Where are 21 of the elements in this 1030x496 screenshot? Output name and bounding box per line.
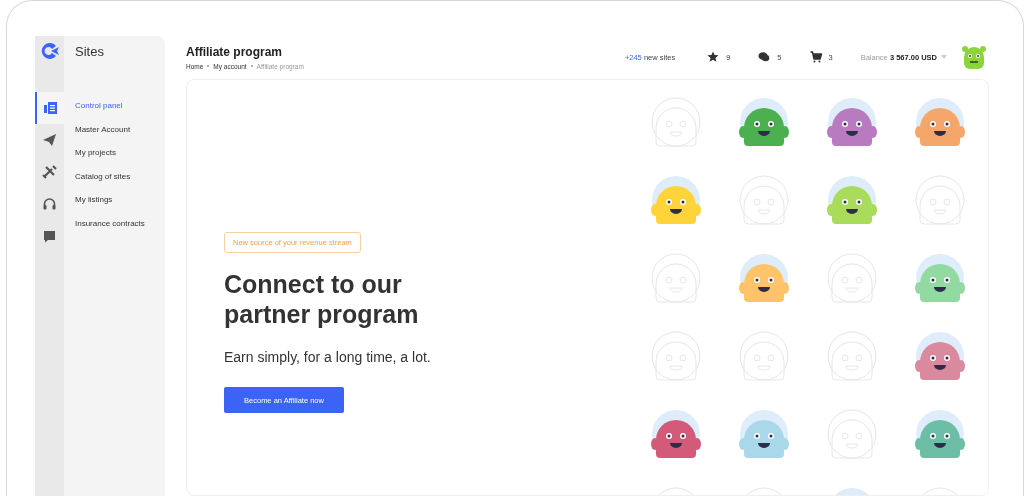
avatar-icon	[959, 43, 989, 71]
caret-icon	[941, 55, 947, 59]
promo-heading: Connect to our partner program	[224, 269, 420, 329]
dashboard-icon	[43, 101, 58, 115]
sidebar-item[interactable]: Master Account	[75, 122, 165, 136]
chat-icon	[758, 51, 771, 63]
sidebar-item[interactable]: My listings	[75, 193, 165, 207]
star-icon	[707, 51, 720, 63]
logo-icon	[39, 42, 60, 60]
headset-icon	[42, 197, 57, 211]
sidebar-item[interactable]: Control panel	[75, 99, 165, 113]
cart-icon	[809, 51, 822, 63]
paper-plane-icon	[42, 133, 57, 147]
sidebar-item[interactable]: My projects	[75, 146, 165, 160]
sidebar-item[interactable]: Insurance contracts	[75, 216, 165, 230]
tools-icon	[42, 165, 57, 179]
promo-subtitle: Earn simply, for a long time, a lot.	[224, 349, 432, 365]
message-icon	[42, 229, 57, 243]
sidebar-title: Sites	[75, 44, 105, 59]
sidebar-item[interactable]: Catalog of sites	[75, 169, 165, 183]
page-title: Affiliate program	[186, 44, 283, 59]
